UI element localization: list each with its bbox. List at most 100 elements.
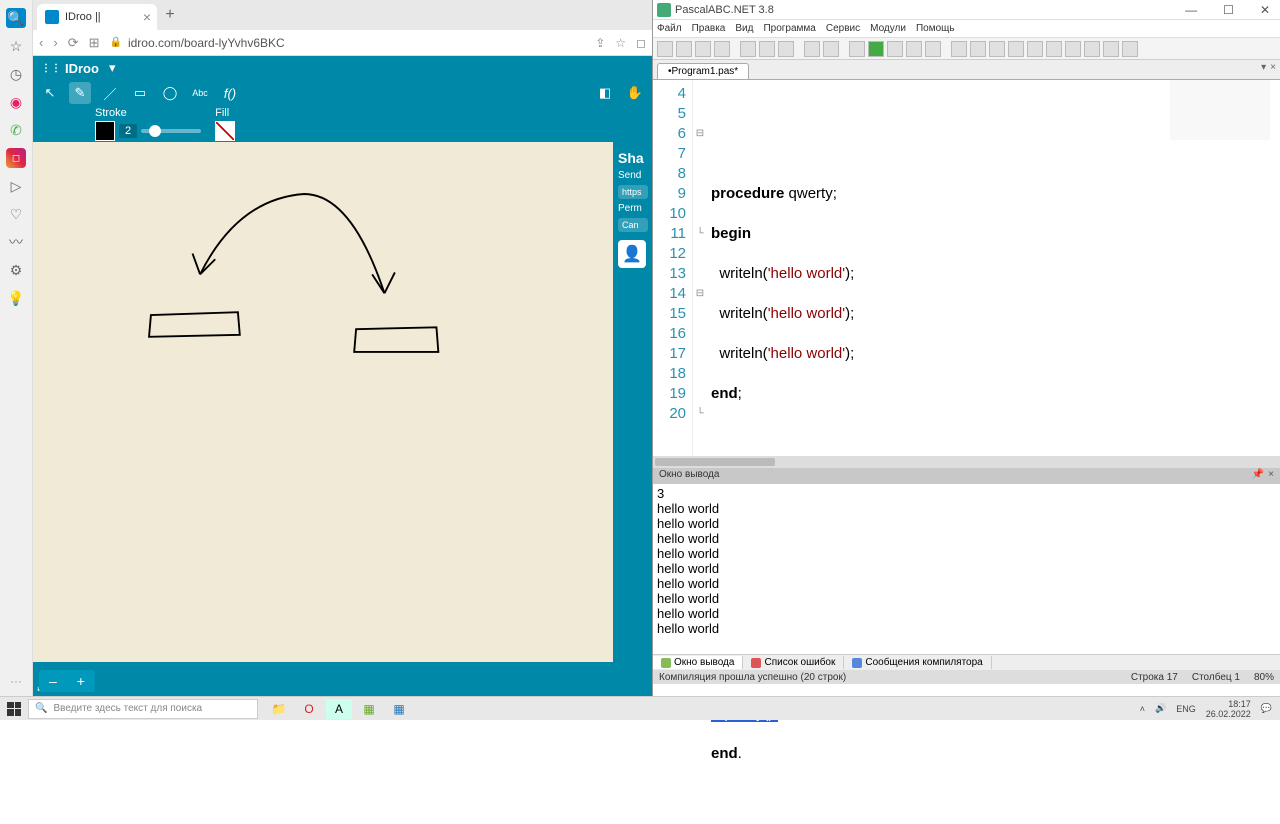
sidebar-star-icon[interactable]: ☆: [6, 36, 26, 56]
sidebar-whatsapp-icon[interactable]: ✆: [6, 120, 26, 140]
taskbar-search[interactable]: 🔍 Введите здесь текст для поиска: [28, 699, 258, 719]
tb-stop[interactable]: [925, 41, 941, 57]
tb-p3[interactable]: [989, 41, 1005, 57]
new-tab-button[interactable]: +: [157, 2, 183, 28]
tb-stepinto[interactable]: [906, 41, 922, 57]
can-button[interactable]: Can: [618, 218, 648, 232]
sidebar-bulb-icon[interactable]: 💡: [6, 288, 26, 308]
output-close-icon[interactable]: ×: [1268, 469, 1274, 483]
https-badge[interactable]: https: [618, 185, 648, 199]
tb-undo[interactable]: [804, 41, 820, 57]
whiteboard-canvas[interactable]: [33, 142, 613, 662]
rect-tool[interactable]: ▭: [129, 82, 151, 104]
browser-tab[interactable]: IDroo || ×: [37, 4, 157, 30]
tb-p5[interactable]: [1027, 41, 1043, 57]
tab-close-icon[interactable]: ×: [143, 9, 151, 25]
line-tool[interactable]: ／: [99, 82, 121, 104]
fill-color-swatch[interactable]: [215, 121, 235, 141]
tray-lang[interactable]: ENG: [1176, 704, 1196, 714]
code-content[interactable]: procedure qwerty; begin writeln('hello w…: [707, 80, 1280, 468]
zoom-in-button[interactable]: +: [67, 670, 95, 692]
select-tool[interactable]: ↖: [39, 82, 61, 104]
tab-errors[interactable]: Список ошибок: [743, 656, 844, 669]
minimize-button[interactable]: —: [1179, 3, 1203, 17]
task-app4[interactable]: ▦: [356, 699, 382, 719]
apps-button[interactable]: ⊞: [89, 35, 100, 51]
tb-saveall[interactable]: [714, 41, 730, 57]
task-opera[interactable]: O: [296, 699, 322, 719]
task-pascal[interactable]: A: [326, 699, 352, 719]
start-button[interactable]: [0, 697, 28, 721]
tb-paste[interactable]: [778, 41, 794, 57]
tb-p4[interactable]: [1008, 41, 1024, 57]
close-button[interactable]: ✕: [1254, 3, 1276, 17]
tb-p1[interactable]: [951, 41, 967, 57]
menu-file[interactable]: Файл: [657, 23, 682, 34]
document-tab[interactable]: •Program1.pas*: [657, 63, 749, 79]
tb-save[interactable]: [695, 41, 711, 57]
sidebar-instagram-icon[interactable]: ◻: [6, 148, 26, 168]
tray-up-icon[interactable]: ˄: [1140, 704, 1145, 714]
idroo-logo[interactable]: IDroo: [41, 61, 99, 76]
sidebar-heart-icon[interactable]: ♡: [6, 204, 26, 224]
output-panel[interactable]: 3 hello world hello world hello world he…: [653, 484, 1280, 660]
stroke-color-swatch[interactable]: [95, 121, 115, 141]
board-menu-icon[interactable]: ▾: [109, 60, 116, 76]
menu-modules[interactable]: Модули: [870, 23, 906, 34]
tray-clock[interactable]: 18:17 26.02.2022: [1206, 699, 1251, 719]
tb-cut[interactable]: [740, 41, 756, 57]
tb-new[interactable]: [657, 41, 673, 57]
bookmark-icon[interactable]: ☆: [615, 36, 626, 50]
sidebar-gear-icon[interactable]: ⚙: [6, 260, 26, 280]
reload-button[interactable]: ⟳: [68, 35, 79, 51]
pen-tool[interactable]: ✎: [69, 82, 91, 104]
ellipse-tool[interactable]: ◯: [159, 82, 181, 104]
tray-sound-icon[interactable]: 🔊: [1155, 703, 1166, 714]
tray-notifications-icon[interactable]: 💬: [1261, 703, 1272, 714]
menu-help[interactable]: Помощь: [916, 23, 955, 34]
horizontal-scrollbar[interactable]: [653, 456, 1280, 468]
sidebar-clock-icon[interactable]: ◷: [6, 64, 26, 84]
fold-column[interactable]: ⊟ └ ⊟ └: [693, 80, 707, 468]
formula-tool[interactable]: f(): [219, 82, 241, 104]
pan-tool[interactable]: ✋: [624, 82, 646, 104]
maximize-button[interactable]: ☐: [1217, 3, 1240, 17]
tb-open[interactable]: [676, 41, 692, 57]
tab-output[interactable]: Окно вывода: [653, 656, 743, 669]
task-app5[interactable]: ▦: [386, 699, 412, 719]
sidebar-play-icon[interactable]: ▷: [6, 176, 26, 196]
tb-p6[interactable]: [1046, 41, 1062, 57]
tb-p2[interactable]: [970, 41, 986, 57]
pin-icon[interactable]: 📌: [1252, 469, 1264, 483]
sidebar-more-icon[interactable]: ···: [10, 674, 22, 688]
sidebar-messenger-icon[interactable]: ◉: [6, 92, 26, 112]
tab-dropdown-icon[interactable]: ▾: [1261, 62, 1266, 73]
eraser-tool[interactable]: ◧: [594, 82, 616, 104]
tb-compile[interactable]: [849, 41, 865, 57]
tb-copy[interactable]: [759, 41, 775, 57]
sidebar-search-icon[interactable]: 🔍: [6, 8, 26, 28]
forward-button[interactable]: ›: [53, 35, 57, 50]
tb-step[interactable]: [887, 41, 903, 57]
tab-close-icon[interactable]: ×: [1270, 62, 1276, 73]
share-icon[interactable]: ⇪: [595, 36, 605, 50]
sidebar-wave-icon[interactable]: 〰: [6, 232, 26, 252]
zoom-out-button[interactable]: –: [39, 670, 67, 692]
task-explorer[interactable]: 📁: [266, 699, 292, 719]
tb-redo[interactable]: [823, 41, 839, 57]
menu-view[interactable]: Вид: [735, 23, 753, 34]
stroke-width-slider[interactable]: [141, 129, 201, 133]
tb-p9[interactable]: [1103, 41, 1119, 57]
code-editor[interactable]: 4567891011121314151617181920 ⊟ └ ⊟ └ pro…: [653, 80, 1280, 468]
text-tool[interactable]: Abc: [189, 82, 211, 104]
user-avatar[interactable]: 👤: [618, 240, 646, 268]
menu-program[interactable]: Программа: [763, 23, 815, 34]
tb-run[interactable]: [868, 41, 884, 57]
minimap[interactable]: [1170, 80, 1270, 140]
tb-p10[interactable]: [1122, 41, 1138, 57]
menu-service[interactable]: Сервис: [826, 23, 860, 34]
tb-p8[interactable]: [1084, 41, 1100, 57]
menu-edit[interactable]: Правка: [692, 23, 726, 34]
tab-compiler[interactable]: Сообщения компилятора: [844, 656, 991, 669]
url-field[interactable]: 🔒 idroo.com/board-lyYvhv6BKC: [110, 36, 586, 50]
